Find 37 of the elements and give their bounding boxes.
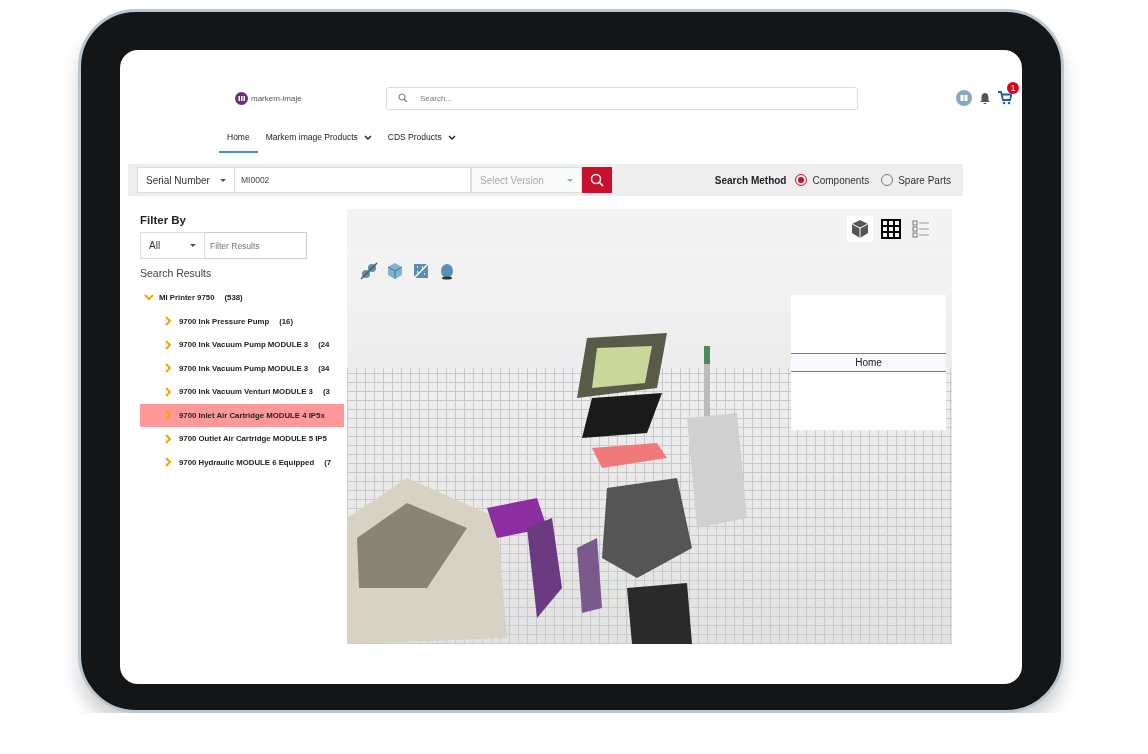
logo-text: markem-imaje xyxy=(251,93,302,103)
caret-icon xyxy=(447,133,456,141)
radio-option[interactable]: Spare Parts xyxy=(878,174,954,186)
dropdown-arrow-icon xyxy=(220,178,226,182)
search-icon xyxy=(590,173,604,187)
grid-icon xyxy=(412,262,430,280)
cube-icon xyxy=(386,262,404,280)
cylinder-icon xyxy=(438,262,456,280)
method-label: Search Method xyxy=(714,174,787,186)
search-button[interactable] xyxy=(582,167,612,193)
logo-icon xyxy=(235,91,248,105)
filter-dropdown[interactable]: All xyxy=(140,232,205,259)
grid-icon xyxy=(881,218,901,239)
nav-tab[interactable]: Markem image Products xyxy=(257,127,380,153)
filter-input[interactable]: Filter Results xyxy=(205,232,307,259)
dropdown-arrow-icon xyxy=(567,178,573,182)
search-field[interactable]: Search... xyxy=(386,86,858,110)
cart-icon[interactable] xyxy=(998,91,1012,105)
viewer-tool[interactable] xyxy=(438,262,456,280)
molecule-icon xyxy=(360,262,378,280)
viewer-tool[interactable] xyxy=(360,262,378,280)
bell-icon[interactable] xyxy=(979,92,991,104)
dropdown-arrow-icon xyxy=(190,244,196,247)
filter-title: Filter By xyxy=(140,214,187,226)
results-title: Search Results xyxy=(140,267,213,279)
view-item[interactable]: Home xyxy=(791,353,946,372)
view-toggle[interactable] xyxy=(847,215,873,242)
cart-badge: 1 xyxy=(1007,82,1019,94)
cube-icon xyxy=(850,218,870,239)
nav-tab[interactable]: CDS Products xyxy=(379,127,464,153)
serial-input[interactable]: MI0002 xyxy=(235,167,471,193)
search-icon xyxy=(398,92,408,103)
nav-tab[interactable]: Home xyxy=(219,127,258,153)
radio-option[interactable]: Components xyxy=(792,174,873,186)
list-icon xyxy=(912,218,932,239)
caret-icon xyxy=(363,133,372,141)
type-dropdown[interactable]: Serial Number xyxy=(137,167,235,193)
